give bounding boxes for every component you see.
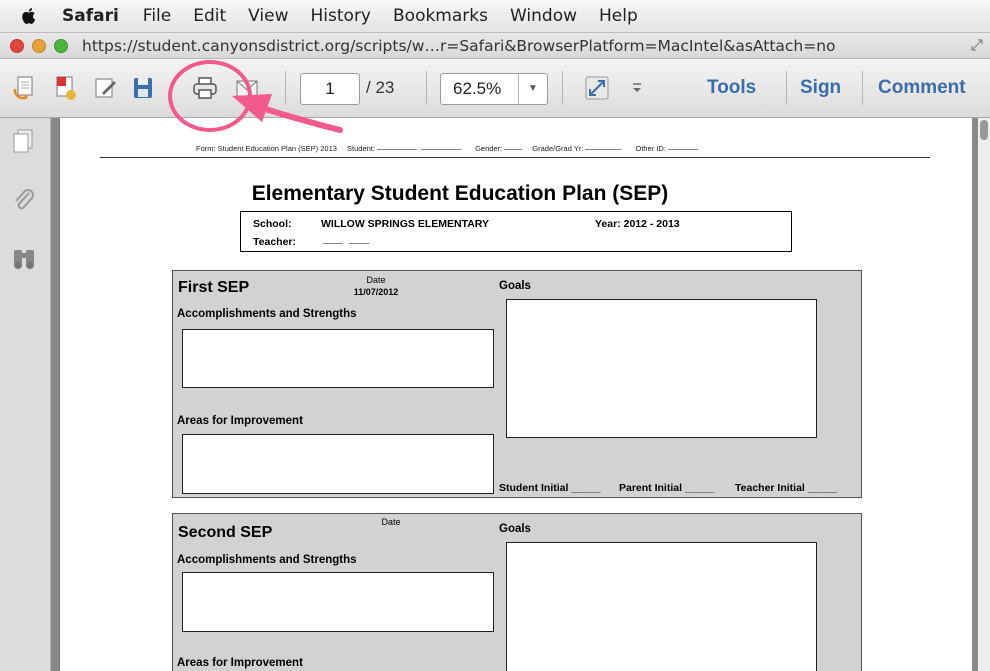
second-sep-section: Second SEP Date Goals Accomplishments an…	[172, 513, 862, 671]
menu-view[interactable]: View	[248, 6, 288, 26]
toolbar-divider	[562, 71, 563, 105]
header-other-id: Other ID:	[635, 144, 666, 153]
teacher-label: Teacher:	[253, 236, 296, 248]
header-grade: Grade/Grad Yr:	[532, 144, 584, 153]
navigation-panel	[0, 118, 51, 671]
parent-initial[interactable]: Parent Initial _____	[619, 482, 714, 494]
first-sep-section: First SEP Date 11/07/2012 Goals Accompli…	[172, 270, 862, 498]
document-title: Elementary Student Education Plan (SEP)	[251, 182, 669, 205]
toolbar-divider	[285, 71, 286, 105]
school-year: Year: 2012 - 2013	[595, 218, 680, 230]
first-sep-goals-field[interactable]	[506, 299, 817, 438]
zoom-select[interactable]: 62.5% ▼	[440, 73, 548, 105]
close-window-button[interactable]	[10, 38, 24, 53]
comment-button[interactable]: Comment	[878, 73, 966, 103]
first-sep-accomplishments-field[interactable]	[182, 329, 494, 388]
second-sep-improvement-label: Areas for Improvement	[177, 657, 303, 669]
tools-button[interactable]: Tools	[707, 73, 756, 103]
page-total: / 23	[366, 78, 395, 97]
menu-edit[interactable]: Edit	[193, 6, 226, 26]
edit-pdf-icon[interactable]	[92, 75, 118, 101]
school-label: School:	[253, 218, 292, 230]
second-sep-goals-field[interactable]	[506, 542, 817, 671]
menu-file[interactable]: File	[143, 6, 171, 26]
page-url[interactable]: https://student.canyonsdistrict.org/scri…	[82, 37, 836, 55]
search-binoculars-icon[interactable]	[10, 244, 38, 272]
first-sep-date-label: Date	[366, 275, 386, 285]
toolbar-divider	[786, 71, 787, 105]
pdf-page: Form: Student Education Plan (SEP) 2013 …	[59, 118, 972, 671]
second-sep-accomplishments-field[interactable]	[182, 572, 494, 632]
pdf-toolbar: 1 / 23 62.5% ▼ Tools Sign Comment	[0, 59, 990, 118]
toolbar-divider	[862, 71, 863, 105]
teacher-initial[interactable]: Teacher Initial _____	[735, 482, 837, 494]
attachment-icon[interactable]	[10, 186, 38, 214]
window-controls	[10, 38, 68, 53]
menu-safari[interactable]: Safari	[62, 6, 119, 26]
menu-bookmarks[interactable]: Bookmarks	[393, 6, 488, 26]
form-header: Form: Student Education Plan (SEP) 2013 …	[100, 144, 930, 158]
full-screen-mode-icon[interactable]	[584, 75, 610, 101]
first-sep-date: 11/07/2012	[353, 287, 399, 297]
header-form: Form: Student Education Plan (SEP) 2013	[196, 144, 337, 153]
school-info-box: School: WILLOW SPRINGS ELEMENTARY Year: …	[240, 211, 792, 252]
second-sep-goals-label: Goals	[499, 523, 531, 535]
first-sep-title: First SEP	[178, 279, 250, 296]
menu-window[interactable]: Window	[510, 6, 577, 26]
apple-icon[interactable]	[18, 5, 40, 27]
menu-history[interactable]: History	[311, 6, 371, 26]
sign-button[interactable]: Sign	[800, 73, 841, 103]
create-pdf-icon[interactable]	[52, 75, 78, 101]
menu-bar: Safari File Edit View History Bookmarks …	[0, 0, 990, 33]
scrollbar-thumb[interactable]	[980, 120, 988, 140]
page-thumbnails-icon[interactable]	[10, 128, 38, 156]
zoom-window-button[interactable]	[54, 38, 68, 53]
first-sep-improvement-label: Areas for Improvement	[177, 415, 303, 427]
menu-help[interactable]: Help	[599, 6, 638, 26]
more-options-icon[interactable]	[624, 75, 650, 101]
title-url-bar: https://student.canyonsdistrict.org/scri…	[0, 33, 990, 59]
school-name: WILLOW SPRINGS ELEMENTARY	[321, 218, 489, 230]
minimize-window-button[interactable]	[32, 38, 46, 53]
first-sep-accomplishments-label: Accomplishments and Strengths	[177, 308, 357, 320]
second-sep-date-label: Date	[381, 517, 401, 527]
zoom-value: 62.5%	[453, 79, 502, 98]
toolbar-divider	[426, 71, 427, 105]
first-sep-goals-label: Goals	[499, 280, 531, 292]
first-sep-improvement-field[interactable]	[182, 434, 494, 494]
second-sep-title: Second SEP	[178, 524, 273, 541]
second-sep-accomplishments-label: Accomplishments and Strengths	[177, 554, 357, 566]
highlight-circle	[168, 60, 252, 132]
fullscreen-icon[interactable]	[970, 38, 984, 52]
student-initial[interactable]: Student Initial _____	[499, 482, 601, 494]
scrollbar[interactable]	[978, 118, 990, 671]
export-pdf-icon[interactable]	[12, 75, 38, 101]
page-number-input[interactable]: 1	[300, 73, 360, 105]
header-gender: Gender:	[475, 144, 503, 153]
chevron-down-icon[interactable]: ▼	[518, 74, 547, 104]
document-viewer[interactable]: Form: Student Education Plan (SEP) 2013 …	[51, 118, 990, 671]
header-student: Student:	[347, 144, 375, 153]
save-icon[interactable]	[130, 75, 156, 101]
